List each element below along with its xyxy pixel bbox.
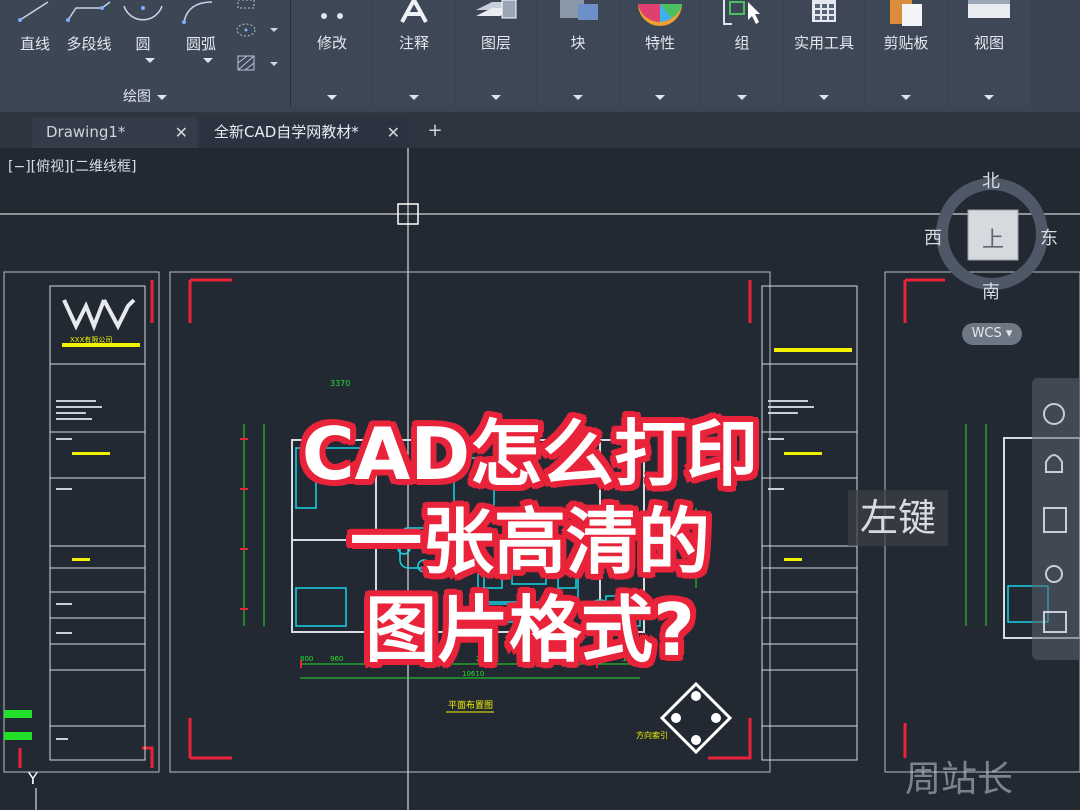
polyline-tool-label: 多段线 — [66, 35, 112, 53]
modify-caret-icon — [327, 95, 337, 100]
group-panel[interactable]: 组 — [702, 0, 782, 106]
view-label: 视图 — [973, 34, 1004, 52]
layers-icon — [476, 0, 517, 19]
arc-tool[interactable]: 圆弧 — [178, 0, 224, 63]
close-icon[interactable]: ✕ — [175, 117, 188, 148]
line-icon — [18, 1, 49, 22]
layers-panel[interactable]: 图层 — [456, 0, 536, 106]
modify-panel[interactable]: 修改 — [292, 0, 372, 106]
clipboard-icon — [890, 0, 922, 26]
direction-label-text: 方向索引 — [636, 730, 668, 740]
clipboard-label: 剪贴板 — [883, 34, 929, 52]
title-line-1: CAD怎么打印 — [301, 412, 759, 496]
utilities-panel[interactable]: 实用工具 — [784, 0, 864, 106]
tab-cad-tutorial-label: 全新CAD自学网教材* — [214, 123, 359, 141]
clipboard-panel[interactable]: 剪贴板 — [866, 0, 946, 106]
utilities-caret-icon — [819, 95, 829, 100]
navigation-bar[interactable] — [1032, 378, 1080, 660]
company-left-text: XXX有限公司 — [70, 335, 112, 344]
tab-drawing1-label: Drawing1* — [46, 123, 126, 141]
tab-cad-tutorial[interactable]: 全新CAD自学网教材* ✕ — [200, 117, 410, 148]
ribbon: 直线 多段线 圆 圆弧 绘图 修改 注释 图层 块 特性 组 实用工具 剪贴板 … — [0, 0, 1080, 112]
plan-title-text: 平面布置图 — [448, 699, 493, 711]
compass-west[interactable]: 西 — [924, 224, 942, 250]
draw-panel: 直线 多段线 圆 圆弧 绘图 — [0, 0, 291, 106]
dim-top-text: 3370 — [330, 379, 350, 388]
tab-drawing1[interactable]: Drawing1* ✕ — [32, 117, 198, 148]
utilities-label: 实用工具 — [793, 34, 854, 52]
compass-south[interactable]: 南 — [982, 278, 1000, 304]
compass-north[interactable]: 北 — [982, 167, 1000, 193]
annotation-icon — [400, 0, 428, 23]
draw-panel-footer[interactable]: 绘图 — [0, 86, 290, 106]
clipboard-caret-icon — [901, 95, 911, 100]
new-tab-button[interactable]: + — [422, 118, 448, 144]
group-caret-icon — [737, 95, 747, 100]
direction-index-icon — [659, 681, 733, 755]
watermark-text: 周站长 — [905, 759, 1014, 800]
circle-tool[interactable]: 圆 — [120, 0, 166, 63]
viewcube[interactable]: 北 南 东 西 上 — [924, 171, 1058, 303]
compass-east[interactable]: 东 — [1040, 224, 1058, 250]
title-line-2: 一张高清的 — [349, 500, 710, 584]
layers-caret-icon — [491, 95, 501, 100]
block-label: 块 — [570, 34, 586, 52]
viewcube-top-face[interactable]: 上 — [982, 222, 1004, 254]
line-tool-label: 直线 — [19, 35, 50, 53]
modify-label: 修改 — [316, 34, 347, 52]
left-click-indicator: 左键 — [848, 490, 948, 546]
draw-panel-caret-icon — [157, 94, 167, 100]
view-caret-icon — [984, 95, 994, 100]
circle-icon — [123, 5, 163, 21]
properties-label: 特性 — [644, 34, 675, 52]
title-line-3: 图片格式? — [365, 588, 695, 672]
utilities-icon — [812, 0, 836, 22]
cad-app: 直线 多段线 圆 圆弧 绘图 修改 注释 图层 块 特性 组 实用工具 剪贴板 … — [0, 0, 1080, 810]
properties-panel[interactable]: 特性 — [620, 0, 700, 106]
modify-icon — [321, 13, 343, 19]
block-caret-icon — [573, 95, 583, 100]
polyline-tool[interactable]: 多段线 — [62, 0, 116, 53]
properties-caret-icon — [655, 95, 665, 100]
close-icon[interactable]: ✕ — [387, 117, 400, 148]
polyline-icon — [66, 1, 111, 22]
draw-small-tools-icon[interactable] — [234, 0, 280, 80]
group-label: 组 — [734, 34, 750, 52]
group-icon — [723, 0, 760, 25]
line-tool[interactable]: 直线 — [14, 0, 56, 53]
annotation-caret-icon — [409, 95, 419, 100]
layers-label: 图层 — [480, 34, 511, 52]
arc-dropdown-icon[interactable] — [203, 58, 213, 63]
video-title-overlay: CAD怎么打印 一张高清的 图片格式? — [230, 410, 830, 674]
view-panel[interactable]: 视图 — [948, 0, 1030, 106]
drawing-canvas[interactable]: [−][俯视][二维线框] XXX有限公司 Y 3370 800 960 254… — [0, 148, 1080, 810]
annotation-label: 注释 — [398, 34, 429, 52]
block-panel[interactable]: 块 — [538, 0, 618, 106]
wcs-dropdown[interactable]: WCS ▾ — [962, 323, 1022, 345]
arc-tool-label: 圆弧 — [185, 35, 216, 53]
circle-dropdown-icon[interactable] — [145, 58, 155, 63]
block-icon — [560, 0, 598, 20]
y-axis-label: Y — [27, 769, 38, 788]
document-tabs: Drawing1* ✕ 全新CAD自学网教材* ✕ + — [0, 112, 1080, 148]
wcs-label: WCS — [971, 326, 1002, 341]
draw-panel-label: 绘图 — [123, 89, 151, 105]
navigation-tools-icon — [1043, 403, 1067, 633]
view-icon — [968, 0, 1010, 18]
circle-tool-label: 圆 — [135, 35, 151, 53]
properties-icon — [638, 4, 682, 26]
arc-icon — [182, 1, 213, 24]
annotation-panel[interactable]: 注释 — [374, 0, 454, 106]
